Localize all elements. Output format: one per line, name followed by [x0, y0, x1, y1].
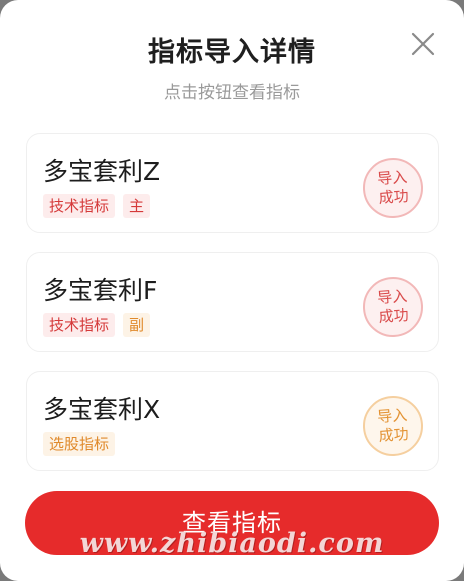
indicator-card[interactable]: 多宝套利F 技术指标 副 导入成功 — [26, 252, 439, 352]
dialog-title: 指标导入详情 — [148, 37, 316, 68]
indicator-type-tag: 技术指标 — [43, 194, 116, 218]
view-indicators-button[interactable]: 查看指标 — [25, 491, 439, 555]
indicator-name: 多宝套利Z — [43, 157, 161, 186]
indicator-name: 多宝套利X — [43, 395, 161, 424]
indicator-chart-tag: 副 — [123, 313, 151, 337]
indicator-tags: 技术指标 副 — [43, 313, 151, 337]
indicator-type-tag: 技术指标 — [43, 313, 116, 337]
import-success-stamp: 导入成功 — [360, 274, 426, 340]
import-success-stamp: 导入成功 — [360, 393, 426, 459]
indicator-type-tag: 选股指标 — [43, 432, 116, 456]
dialog-subtitle: 点击按钮查看指标 — [164, 83, 300, 103]
indicator-tags: 技术指标 主 — [43, 194, 151, 218]
close-button[interactable] — [407, 28, 439, 60]
import-details-dialog: 指标导入详情 点击按钮查看指标 多宝套利Z 技术指标 主 导入成功 多宝套利F … — [0, 0, 464, 581]
stamp-label: 导入成功 — [376, 286, 410, 327]
import-success-stamp: 导入成功 — [360, 155, 426, 221]
close-icon — [411, 32, 435, 56]
stamp-label: 导入成功 — [376, 405, 410, 446]
indicator-name: 多宝套利F — [43, 276, 158, 305]
indicator-card[interactable]: 多宝套利Z 技术指标 主 导入成功 — [26, 133, 439, 233]
indicator-tags: 选股指标 — [43, 432, 116, 456]
stamp-label: 导入成功 — [376, 167, 410, 208]
indicator-chart-tag: 主 — [123, 194, 151, 218]
indicator-card[interactable]: 多宝套利X 选股指标 导入成功 — [26, 371, 439, 471]
